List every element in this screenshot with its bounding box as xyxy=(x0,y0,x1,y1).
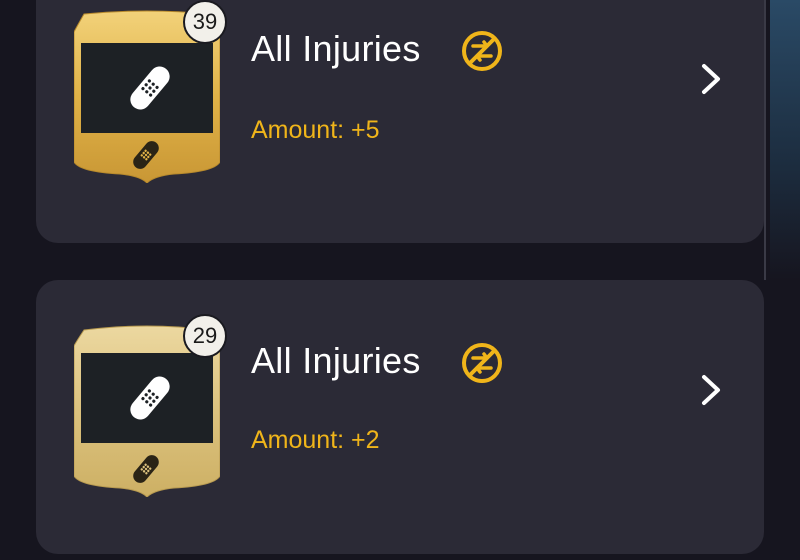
bandage-small-icon xyxy=(133,455,159,483)
background-accent xyxy=(770,0,800,280)
background-divider xyxy=(764,0,766,280)
card-image-area xyxy=(81,43,213,133)
item-card-thumbnail: 29 xyxy=(74,314,227,497)
quantity-badge: 29 xyxy=(183,314,227,358)
chevron-right-icon[interactable] xyxy=(696,373,726,407)
chevron-right-icon[interactable] xyxy=(696,62,726,96)
item-amount: Amount: +2 xyxy=(251,426,380,454)
bandage-icon xyxy=(130,376,170,420)
untradeable-icon xyxy=(462,31,502,71)
consumable-item-card[interactable]: 29 All Injuries Amount: +2 xyxy=(36,280,764,554)
quantity-badge: 39 xyxy=(183,0,227,44)
consumable-item-card[interactable]: 39 All Injuries Amount: +5 xyxy=(36,0,764,243)
item-card-thumbnail: 39 xyxy=(74,0,227,183)
item-title: All Injuries xyxy=(251,340,421,381)
bandage-small-icon xyxy=(133,141,159,169)
item-title: All Injuries xyxy=(251,28,421,69)
bandage-icon xyxy=(130,66,170,110)
card-image-area xyxy=(81,353,213,443)
untradeable-icon xyxy=(462,343,502,383)
item-amount: Amount: +5 xyxy=(251,116,380,144)
